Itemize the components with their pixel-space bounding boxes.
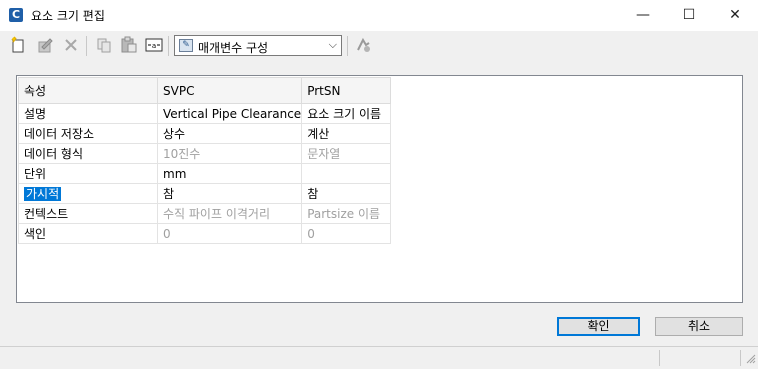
minimize-button[interactable]: — — [620, 0, 666, 31]
prtsn-cell[interactable]: 요소 크기 이름 — [301, 103, 392, 124]
paste-icon[interactable] — [119, 36, 139, 56]
property-cell[interactable]: 단위 — [18, 163, 158, 184]
toolbar: a ✎ 매개변수 구성 ⌵ — [0, 31, 758, 61]
property-cell[interactable]: 데이터 저장소 — [18, 123, 158, 144]
prtsn-cell[interactable]: Partsize 이름 — [301, 203, 392, 224]
property-cell[interactable]: 색인 — [18, 223, 158, 244]
chevron-down-icon: ⌵ — [328, 38, 337, 51]
new-parameter-icon[interactable] — [9, 36, 29, 56]
svpc-cell[interactable]: 0 — [156, 223, 303, 244]
table-row: 가시적 참 참 — [18, 183, 392, 204]
table-row: 단위 mm — [18, 163, 392, 184]
table-row: 컨텍스트 수직 파이프 이격거리 Partsize 이름 — [18, 203, 392, 224]
property-cell[interactable]: 컨텍스트 — [18, 203, 158, 224]
prtsn-cell[interactable]: 문자열 — [301, 143, 392, 164]
cancel-button[interactable]: 취소 — [655, 317, 743, 336]
property-cell[interactable]: 데이터 형식 — [18, 143, 158, 164]
svpc-cell[interactable]: 10진수 — [156, 143, 303, 164]
property-grid-panel: 속성 SVPC PrtSN 설명 Vertical Pipe Clearance… — [16, 75, 743, 303]
svpc-cell[interactable]: 수직 파이프 이격거리 — [156, 203, 303, 224]
grid-header-row: 속성 SVPC PrtSN — [18, 77, 392, 104]
svpc-cell[interactable]: Vertical Pipe Clearance — [156, 103, 303, 124]
copy-icon[interactable] — [94, 36, 114, 56]
svpc-cell[interactable]: 상수 — [156, 123, 303, 144]
table-row: 설명 Vertical Pipe Clearance 요소 크기 이름 — [18, 103, 392, 124]
svg-text:a: a — [152, 42, 156, 50]
svpc-cell[interactable]: 참 — [156, 183, 303, 204]
size-parameter-icon[interactable]: a — [144, 36, 164, 56]
status-bar — [0, 346, 758, 369]
calculator-icon[interactable] — [353, 36, 373, 56]
close-button[interactable]: ✕ — [712, 0, 758, 31]
property-grid: 속성 SVPC PrtSN 설명 Vertical Pipe Clearance… — [18, 77, 392, 244]
toolbar-separator — [168, 36, 169, 56]
maximize-button[interactable]: ☐ — [666, 0, 712, 31]
toolbar-separator — [347, 36, 348, 56]
column-header-prtsn[interactable]: PrtSN — [301, 77, 392, 104]
prtsn-cell[interactable]: 참 — [301, 183, 392, 204]
column-header-svpc[interactable]: SVPC — [156, 77, 303, 104]
parameter-config-icon: ✎ — [179, 39, 193, 52]
prtsn-cell[interactable]: 0 — [301, 223, 392, 244]
table-row: 데이터 저장소 상수 계산 — [18, 123, 392, 144]
resize-grip-icon[interactable] — [746, 354, 756, 367]
table-row: 색인 0 0 — [18, 223, 392, 244]
table-row: 데이터 형식 10진수 문자열 — [18, 143, 392, 164]
parameter-config-dropdown[interactable]: ✎ 매개변수 구성 ⌵ — [174, 35, 342, 56]
status-divider — [659, 350, 660, 366]
svpc-cell[interactable]: mm — [156, 163, 303, 184]
edit-icon[interactable] — [35, 36, 55, 56]
delete-icon[interactable] — [61, 36, 81, 56]
prtsn-cell[interactable]: 계산 — [301, 123, 392, 144]
window-title: 요소 크기 편집 — [31, 9, 105, 23]
prtsn-cell[interactable] — [301, 163, 392, 184]
title-bar: C 요소 크기 편집 — ☐ ✕ — [0, 0, 758, 31]
status-divider — [740, 350, 741, 366]
ok-button[interactable]: 확인 — [557, 317, 640, 336]
property-cell[interactable]: 설명 — [18, 103, 158, 124]
column-header-property[interactable]: 속성 — [18, 77, 158, 104]
parameter-config-label: 매개변수 구성 — [198, 41, 269, 55]
toolbar-separator — [86, 36, 87, 56]
app-icon: C — [9, 8, 23, 22]
property-cell-selected[interactable]: 가시적 — [18, 183, 158, 204]
